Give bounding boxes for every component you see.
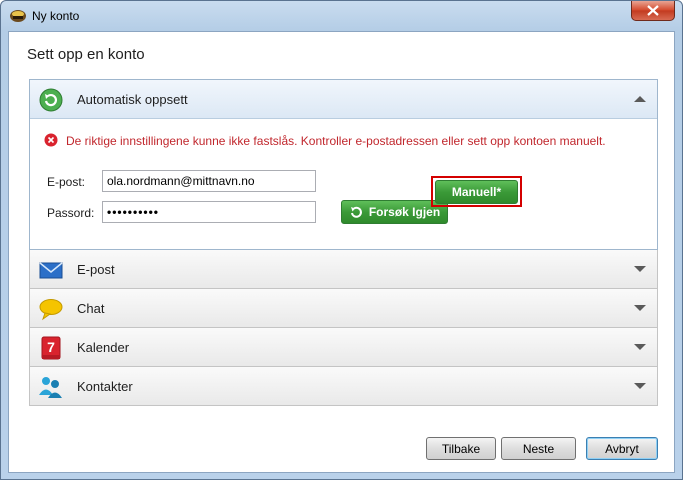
- section-chat-label: Chat: [77, 301, 105, 316]
- calendar-icon: 7: [41, 336, 61, 360]
- chevron-up-icon[interactable]: [634, 96, 646, 102]
- app-icon: [10, 10, 26, 22]
- section-email[interactable]: E-post: [29, 250, 658, 289]
- auto-setup-label: Automatisk oppsett: [77, 92, 188, 107]
- section-email-label: E-post: [77, 262, 115, 277]
- chevron-down-icon[interactable]: [634, 266, 646, 272]
- back-button[interactable]: Tilbake: [426, 437, 496, 460]
- email-label: E-post:: [47, 175, 86, 189]
- section-calendar[interactable]: 7 Kalender: [29, 328, 658, 367]
- window-title: Ny konto: [32, 9, 80, 23]
- close-icon: [647, 5, 659, 16]
- auto-setup-panel: Automatisk oppsett De riktige innstillin…: [29, 79, 658, 250]
- next-button[interactable]: Neste: [501, 437, 576, 460]
- section-contacts-label: Kontakter: [77, 379, 133, 394]
- contacts-icon: [39, 377, 62, 398]
- email-field[interactable]: [102, 170, 316, 192]
- dialog-body: Sett opp en konto Automatisk oppsett De …: [8, 31, 675, 473]
- section-contacts[interactable]: Kontakter: [29, 367, 658, 406]
- chevron-down-icon[interactable]: [634, 344, 646, 350]
- chat-bubble-icon: [39, 299, 63, 321]
- close-button[interactable]: [631, 1, 675, 21]
- error-icon: [44, 133, 58, 147]
- svg-text:7: 7: [47, 339, 55, 355]
- envelope-icon: [39, 262, 63, 279]
- manual-button-highlight: Manuell*: [431, 176, 522, 207]
- password-label: Passord:: [47, 206, 95, 220]
- window: Ny konto Sett opp en konto Automatisk op…: [0, 0, 683, 480]
- manual-label: Manuell*: [451, 185, 502, 199]
- retry-label: Forsøk Igjen: [368, 205, 441, 219]
- refresh-icon: [39, 88, 63, 112]
- cancel-button[interactable]: Avbryt: [586, 437, 658, 460]
- setup-accordion: Automatisk oppsett De riktige innstillin…: [29, 79, 658, 406]
- password-field[interactable]: [102, 201, 316, 223]
- title-bar[interactable]: Ny konto: [1, 1, 682, 31]
- manual-setup-button[interactable]: Manuell*: [435, 180, 518, 204]
- chevron-down-icon[interactable]: [634, 305, 646, 311]
- section-chat[interactable]: Chat: [29, 289, 658, 328]
- error-message: De riktige innstillingene kunne ikke fas…: [66, 134, 606, 148]
- page-title: Sett opp en konto: [27, 46, 145, 63]
- section-calendar-label: Kalender: [77, 340, 130, 355]
- refresh-icon: [350, 206, 362, 218]
- auto-setup-header[interactable]: Automatisk oppsett: [30, 80, 657, 119]
- chevron-down-icon[interactable]: [634, 383, 646, 389]
